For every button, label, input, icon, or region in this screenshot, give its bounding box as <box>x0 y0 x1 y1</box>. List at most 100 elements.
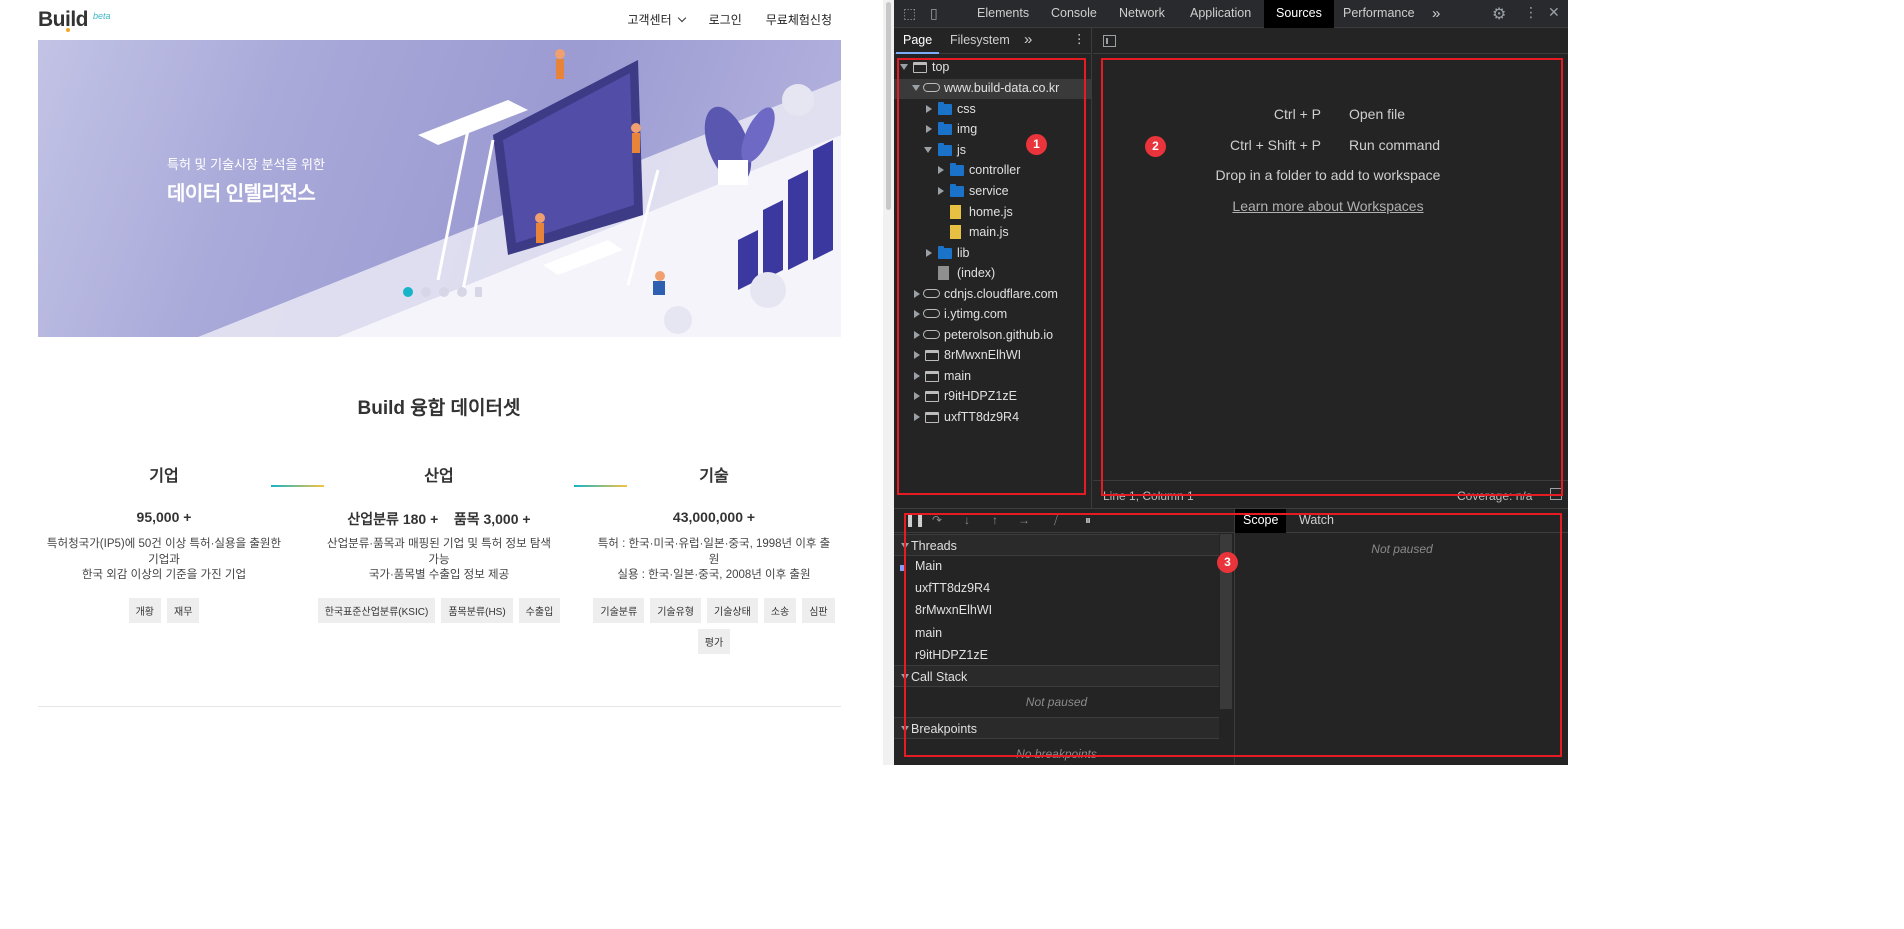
tab-application[interactable]: Application <box>1190 0 1251 28</box>
thread-item[interactable]: Main <box>915 559 942 573</box>
tag-button[interactable]: 한국표준산업분류(KSIC) <box>317 597 436 623</box>
tab-scope[interactable]: Scope <box>1235 509 1287 533</box>
carousel-dot[interactable] <box>403 287 413 297</box>
nav-support-label: 고객센터 <box>627 13 672 27</box>
nav-support[interactable]: 고객센터 <box>627 11 686 28</box>
tree-label: r9itHDPZ1zE <box>944 389 1017 403</box>
tag-list: 한국표준산업분류(KSIC) 품목분류(HS) 수출입 <box>308 597 570 623</box>
tree-item-service[interactable]: service <box>894 182 1092 202</box>
shortcut-key: Ctrl + P <box>1273 106 1321 122</box>
folder-icon <box>950 163 964 176</box>
inspect-element-icon[interactable]: ⬚ <box>903 5 916 22</box>
tree-item-frame[interactable]: r9itHDPZ1zE <box>894 387 1092 407</box>
tree-item-css[interactable]: css <box>894 100 1092 120</box>
collapse-arrow-icon <box>938 166 944 174</box>
tree-item-main-js[interactable]: main.js <box>894 223 1092 243</box>
tab-elements[interactable]: Elements <box>977 0 1029 28</box>
breakpoints-header[interactable]: Breakpoints <box>894 717 1219 739</box>
tab-network[interactable]: Network <box>1119 0 1165 28</box>
tab-console[interactable]: Console <box>1051 0 1097 28</box>
call-stack-header[interactable]: Call Stack <box>894 665 1219 687</box>
tag-button[interactable]: 기술상태 <box>707 597 758 623</box>
tag-button[interactable]: 기술유형 <box>650 597 701 623</box>
threads-header[interactable]: Threads <box>894 534 1219 556</box>
dataset-column-company: 기업 95,000 + 특허청국가(IP5)에 50건 이상 특허·실용을 출원… <box>33 462 295 623</box>
tab-performance[interactable]: Performance <box>1343 0 1415 28</box>
kebab-menu-icon[interactable]: ⋮ <box>1073 31 1086 46</box>
step-out-icon[interactable]: ↑ <box>992 513 998 527</box>
tree-label: css <box>957 102 976 116</box>
tree-item-ytimg[interactable]: i.ytimg.com <box>894 305 1092 325</box>
tree-item-frame[interactable]: uxfTT8dz9R4 <box>894 408 1092 428</box>
tree-label: service <box>969 184 1009 198</box>
close-icon[interactable]: ✕ <box>1548 4 1560 21</box>
carousel-dot[interactable] <box>421 287 431 297</box>
site-logo[interactable]: Build <box>38 8 89 32</box>
tree-item-js[interactable]: js <box>894 141 1092 161</box>
tab-page[interactable]: Page <box>903 33 932 47</box>
step-over-icon[interactable]: ↷ <box>932 513 942 527</box>
page-scrollbar-thumb[interactable] <box>886 2 891 210</box>
tree-label: main.js <box>969 225 1009 239</box>
tag-button[interactable]: 평가 <box>697 628 731 654</box>
thread-item[interactable]: main <box>915 626 942 640</box>
tree-item-lib[interactable]: lib <box>894 244 1092 264</box>
frame-icon <box>925 391 939 402</box>
device-toolbar-icon[interactable]: ▯ <box>930 5 938 22</box>
tab-sources[interactable]: Sources <box>1264 0 1334 28</box>
tree-item-frame[interactable]: main <box>894 367 1092 387</box>
tag-button[interactable]: 수출입 <box>518 597 561 623</box>
carousel-dot[interactable] <box>439 287 449 297</box>
frame-icon <box>925 371 939 382</box>
devtools-panel: ⬚ ▯ Elements Console Network Application… <box>894 0 1568 765</box>
tree-item-index[interactable]: (index) <box>894 264 1092 284</box>
more-navigator-icon[interactable]: » <box>1024 31 1032 48</box>
pane-label: Breakpoints <box>911 722 978 736</box>
pause-icon[interactable]: ❚❚ <box>905 513 925 527</box>
tag-button[interactable]: 심판 <box>802 597 835 623</box>
nav-free-trial[interactable]: 무료체험신청 <box>766 11 832 28</box>
section-divider <box>38 706 841 707</box>
thread-item[interactable]: 8rMwxnElhWI <box>915 603 992 617</box>
shortcut-label: Run command <box>1349 137 1441 153</box>
tree-item-peterolson[interactable]: peterolson.github.io <box>894 326 1092 346</box>
thread-item[interactable]: r9itHDPZ1zE <box>915 648 988 662</box>
tab-filesystem[interactable]: Filesystem <box>950 33 1010 47</box>
drawer-toggle-icon[interactable] <box>1550 488 1562 500</box>
kebab-menu-icon[interactable]: ⋮ <box>1524 4 1538 21</box>
tag-button[interactable]: 재무 <box>167 597 200 623</box>
collapse-arrow-icon <box>926 249 932 257</box>
expand-arrow-icon <box>924 147 932 153</box>
tree-item-cdnjs[interactable]: cdnjs.cloudflare.com <box>894 285 1092 305</box>
gear-icon[interactable]: ⚙ <box>1492 4 1506 24</box>
deactivate-breakpoints-icon[interactable]: ⧸ <box>1054 513 1058 528</box>
carousel-dot[interactable] <box>457 287 467 297</box>
tag-button[interactable]: 품목분류(HS) <box>441 597 513 623</box>
tree-item-top[interactable]: top <box>894 58 1092 78</box>
learn-more-link[interactable]: Learn more about Workspaces <box>1093 198 1563 214</box>
editor-status-bar: Line 1, Column 1 Coverage: n/a <box>1093 480 1568 508</box>
carousel-dot[interactable] <box>475 287 482 297</box>
tree-item-img[interactable]: img <box>894 120 1092 140</box>
tag-button[interactable]: 소송 <box>763 597 797 623</box>
hero-title: 데이터 인텔리전스 <box>167 183 316 205</box>
nav-login[interactable]: 로그인 <box>709 11 742 28</box>
thread-item[interactable]: uxfTT8dz9R4 <box>915 581 990 595</box>
step-into-icon[interactable]: ↓ <box>964 513 970 527</box>
column-stat: 산업분류 180 + 품목 3,000 + <box>347 511 531 527</box>
tree-item-domain[interactable]: www.build-data.co.kr <box>894 79 1092 99</box>
tag-button[interactable]: 개황 <box>128 597 161 623</box>
tree-item-home-js[interactable]: home.js <box>894 203 1092 223</box>
coverage-status[interactable]: Coverage: n/a <box>1457 489 1532 503</box>
step-icon[interactable]: → <box>1018 513 1030 527</box>
tag-button[interactable]: 기술분류 <box>593 597 645 623</box>
tab-watch[interactable]: Watch <box>1299 513 1334 527</box>
toggle-navigator-icon[interactable] <box>1103 35 1116 47</box>
expand-arrow-icon <box>901 726 909 732</box>
tree-item-frame[interactable]: 8rMwxnElhWI <box>894 346 1092 366</box>
tree-item-controller[interactable]: controller <box>894 161 1092 181</box>
pause-on-exceptions-icon[interactable]: ⏸ <box>1085 513 1091 528</box>
more-tabs-icon[interactable]: » <box>1432 0 1440 28</box>
call-stack-empty: Not paused <box>1025 695 1088 709</box>
frame-icon <box>913 62 927 73</box>
